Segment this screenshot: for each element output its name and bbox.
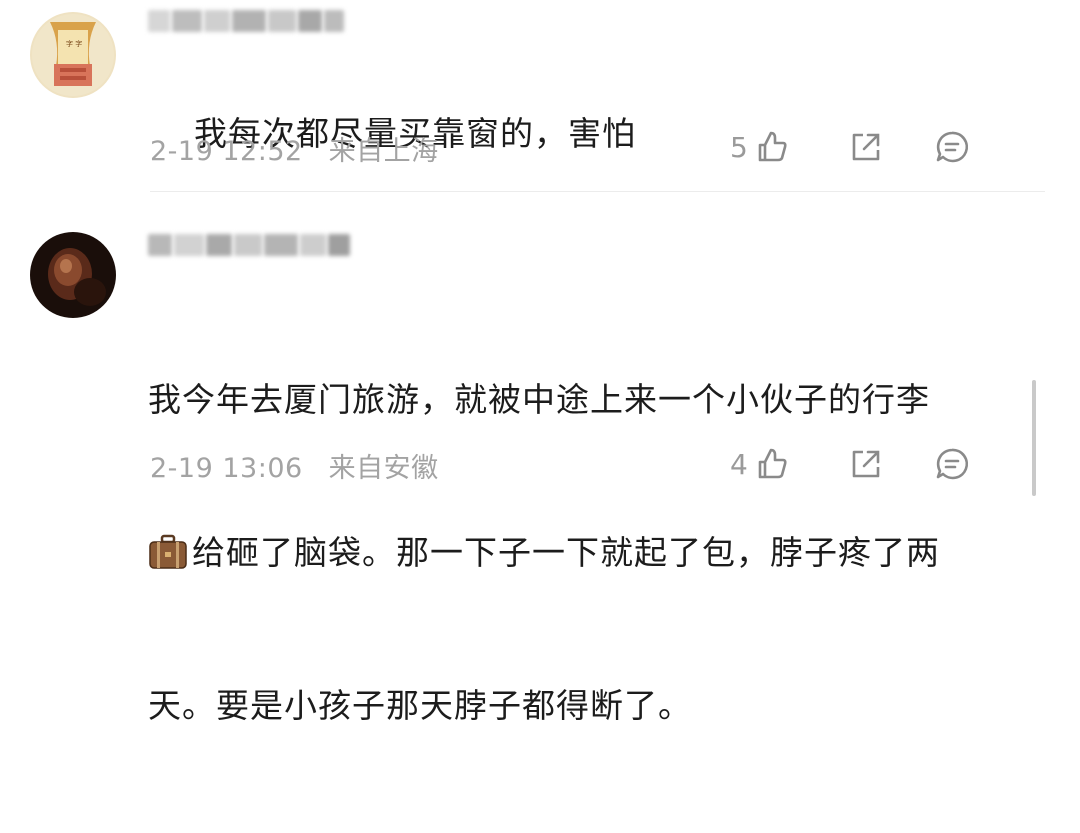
comment-item-1: 字 字 我每次都尽量买靠窗的，害怕 2-19 12:52 来自上海 5 <box>0 0 1080 191</box>
username[interactable] <box>148 4 344 38</box>
username[interactable] <box>148 228 350 262</box>
like-button[interactable]: 4 <box>730 444 790 484</box>
comment-icon[interactable] <box>934 446 970 482</box>
comment-location: 来自上海 <box>328 136 439 167</box>
comment-time: 2-19 12:52 <box>150 136 303 167</box>
comment-item-2: 我今年去厦门旅游，就被中途上来一个小伙子的行李 给砸了脑袋。那一下子一下就起了包… <box>0 192 1080 725</box>
comment-text-line: 我今年去厦门旅游，就被中途上来一个小伙子的行李 <box>148 380 930 419</box>
comment-text-line-3: 天。要是小孩子那天脖子都得断了。 <box>148 686 692 725</box>
comment-time: 2-19 13:06 <box>150 453 303 484</box>
comment-actions: 5 <box>730 127 1010 167</box>
share-icon[interactable] <box>848 129 884 165</box>
like-button[interactable]: 5 <box>730 127 790 167</box>
share-icon[interactable] <box>848 446 884 482</box>
thumbs-up-icon <box>758 448 787 479</box>
comment-meta: 2-19 13:06 来自安徽 <box>150 446 439 485</box>
comment-text-line-2-text: 给砸了脑袋。那一下子一下就起了包，脖子疼了两 <box>192 533 940 572</box>
comment-text: 我今年去厦门旅游，就被中途上来一个小伙子的行李 给砸了脑袋。那一下子一下就起了包… <box>148 272 1008 833</box>
comment-text-line-2: 给砸了脑袋。那一下子一下就起了包，脖子疼了两 <box>148 527 1008 578</box>
suitcase-icon <box>149 534 187 569</box>
avatar[interactable]: 字 字 <box>30 12 116 98</box>
scrollbar[interactable] <box>1032 380 1036 496</box>
thumbs-up-icon <box>758 131 787 162</box>
avatar[interactable] <box>30 232 116 318</box>
comment-location: 来自安徽 <box>328 453 439 484</box>
comment-icon[interactable] <box>934 129 970 165</box>
comment-meta: 2-19 12:52 来自上海 <box>150 129 439 168</box>
like-count: 5 <box>730 130 748 164</box>
svg-text:字 字: 字 字 <box>66 39 82 48</box>
like-count: 4 <box>730 447 748 481</box>
comment-actions: 4 <box>730 444 1010 484</box>
